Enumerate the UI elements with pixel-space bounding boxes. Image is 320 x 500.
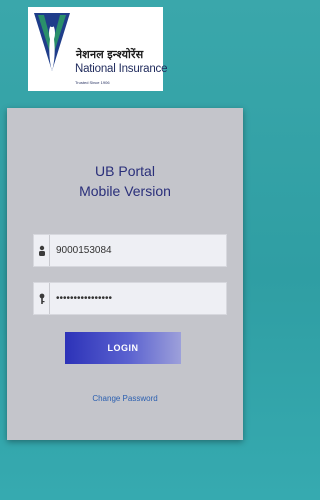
username-input[interactable] (50, 235, 226, 266)
key-icon (34, 283, 50, 314)
portal-title: UB Portal (95, 163, 155, 179)
logo-english-text: National Insurance (75, 63, 168, 75)
peacock-emblem-icon (32, 11, 72, 87)
username-field (33, 234, 227, 267)
login-button[interactable]: LOGIN (65, 332, 181, 364)
password-input[interactable] (50, 283, 226, 314)
company-logo: नेशनल इन्श्योरेंस National Insurance Tru… (28, 7, 167, 91)
change-password-link[interactable]: Change Password (7, 394, 243, 403)
logo-hindi-text: नेशनल इन्श्योरेंस (76, 49, 144, 61)
user-icon (34, 235, 50, 266)
login-card: UB Portal Mobile Version LOGIN Change Pa… (7, 108, 243, 440)
password-field (33, 282, 227, 315)
logo-tagline: Trusted Since 1906 (75, 80, 110, 85)
portal-subtitle: Mobile Version (79, 183, 171, 199)
